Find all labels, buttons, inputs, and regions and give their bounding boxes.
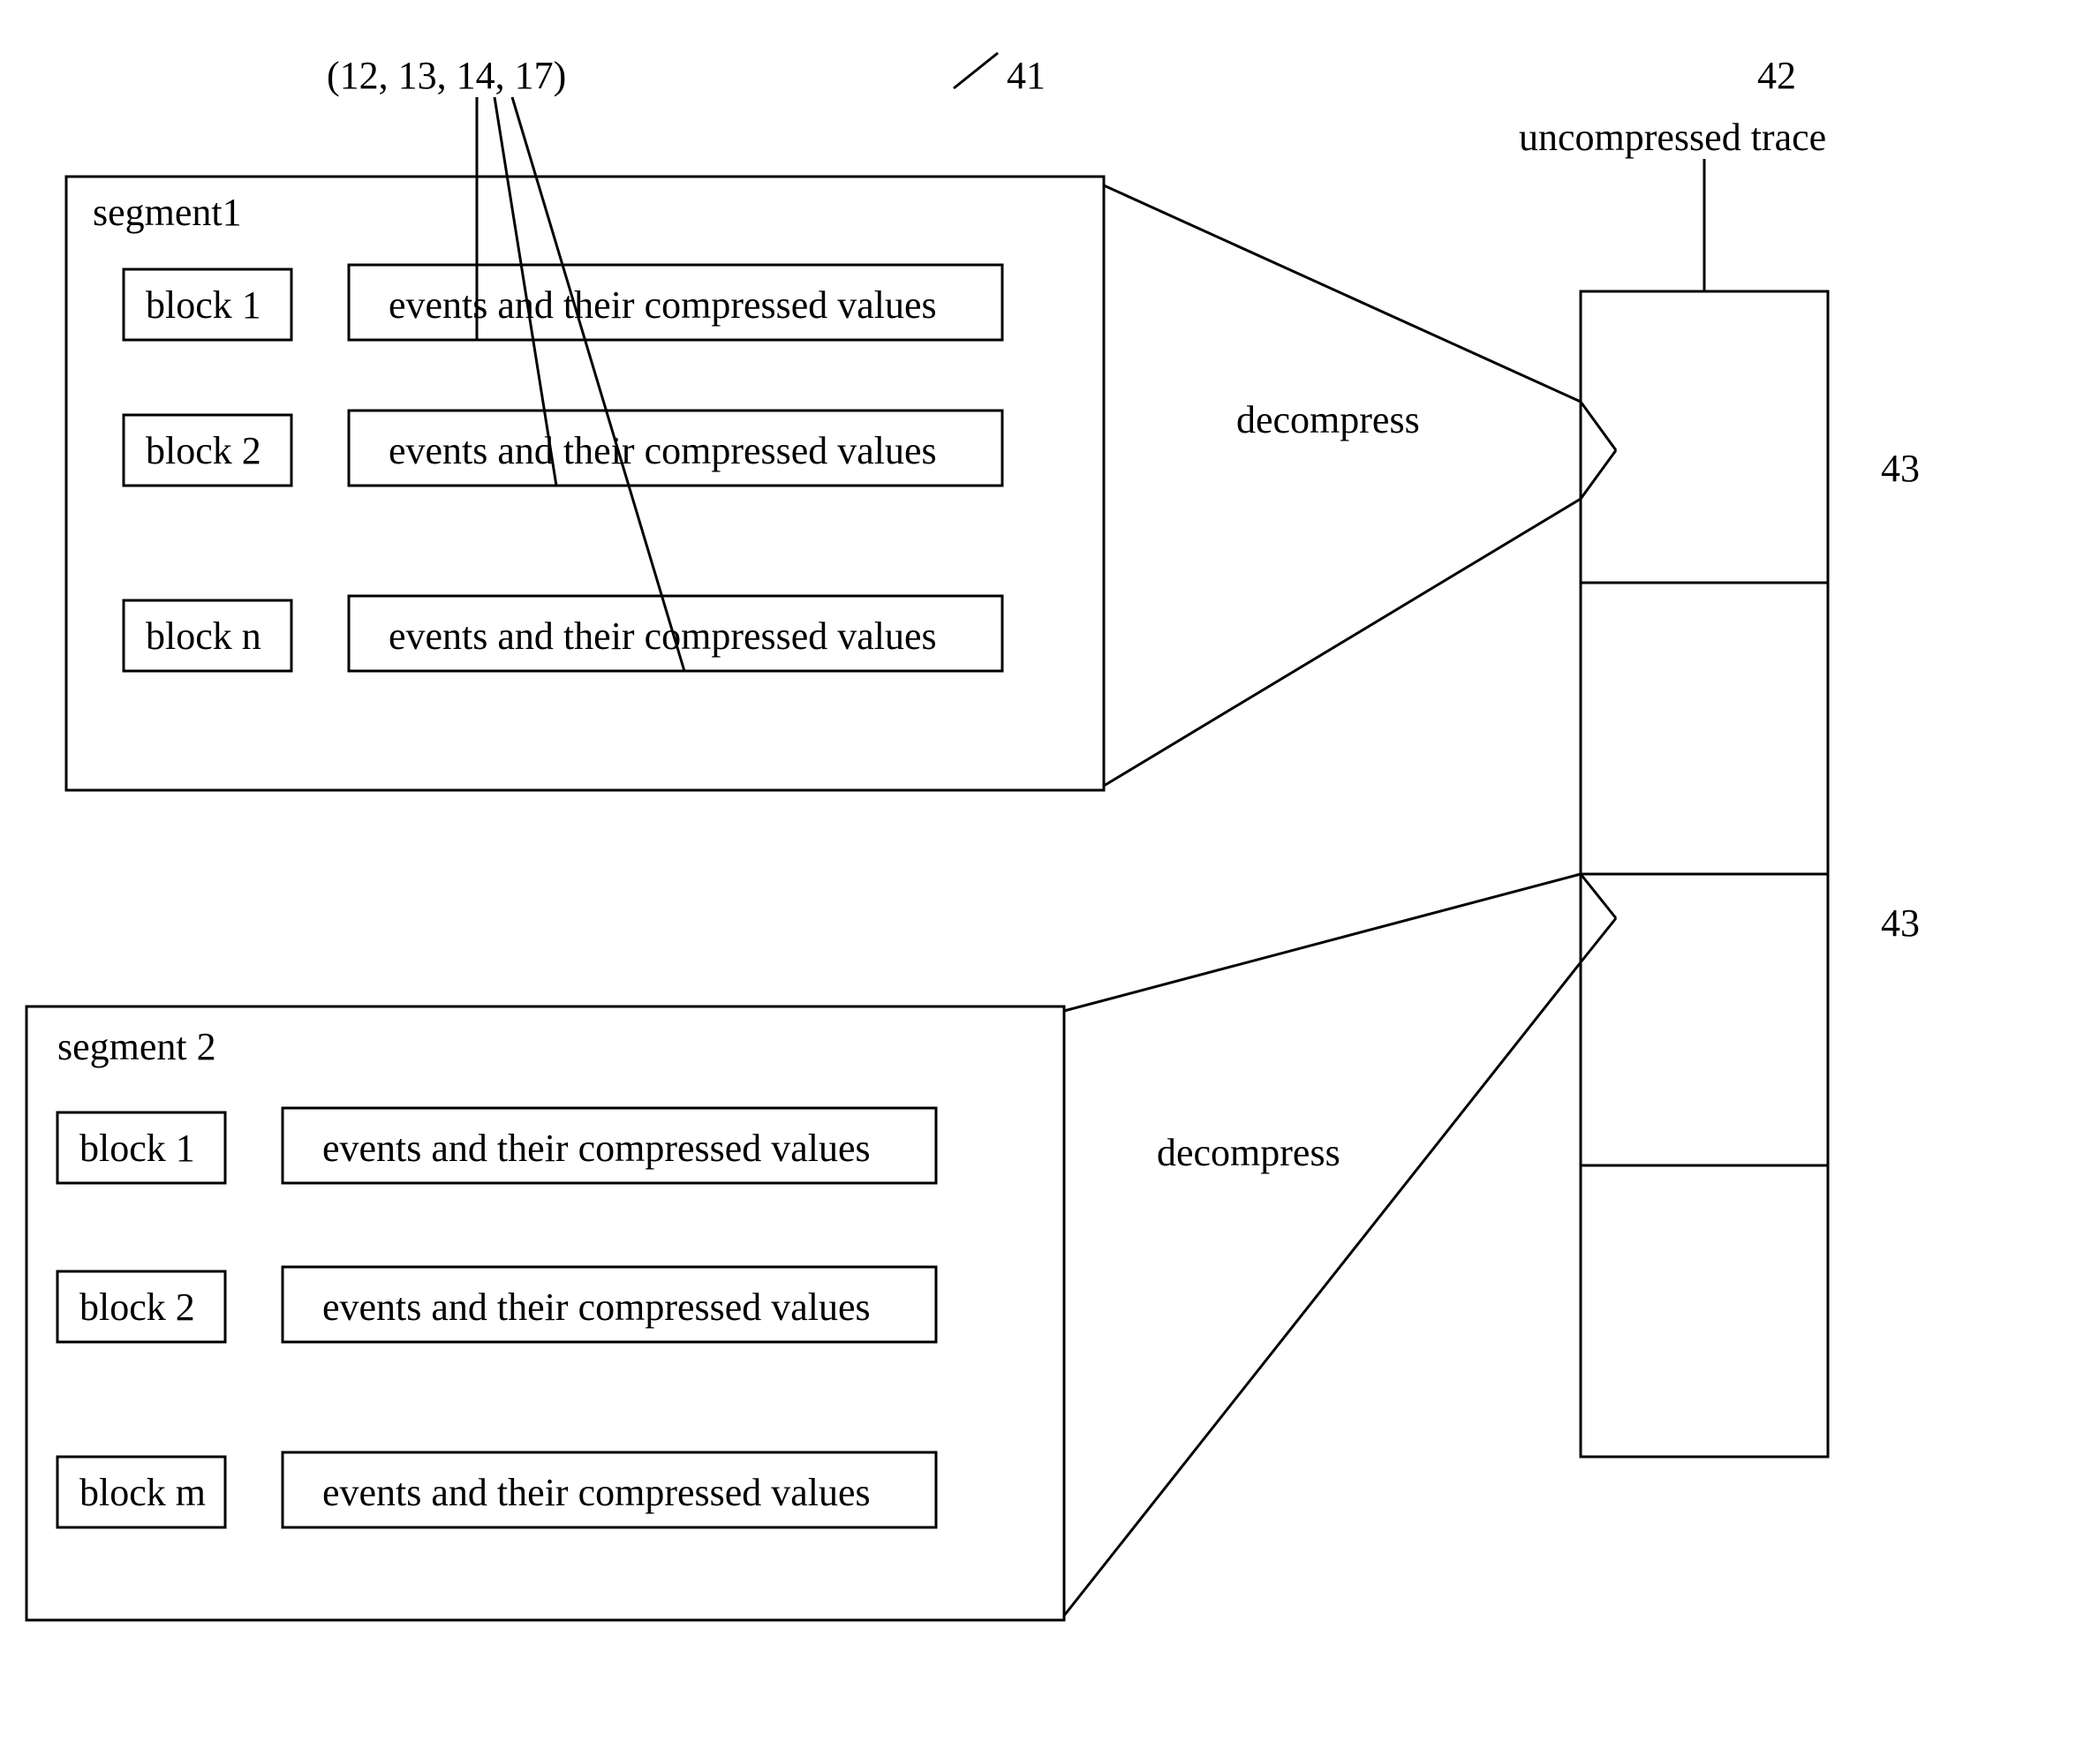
segment2-block2-label: block 2 bbox=[79, 1285, 195, 1329]
funnel2-arrow-bot bbox=[1581, 918, 1616, 962]
segment2-events2-label: events and their compressed values bbox=[322, 1285, 871, 1329]
leader-41 bbox=[954, 53, 998, 88]
tuple-line-3 bbox=[512, 97, 684, 671]
trace-row-4 bbox=[1581, 1165, 1828, 1457]
segment2-block1-label: block 1 bbox=[79, 1127, 195, 1170]
segment1-block2-label: block 2 bbox=[146, 429, 261, 472]
funnel1-top bbox=[1104, 185, 1581, 402]
segment1-blockn-label: block n bbox=[146, 614, 261, 658]
callout-43-1: 43 bbox=[1881, 447, 1920, 490]
segment2-blockm-label: block m bbox=[79, 1471, 206, 1514]
header-tuple: (12, 13, 14, 17) bbox=[327, 54, 566, 97]
funnel1-arrow-top bbox=[1581, 402, 1616, 450]
trace-row-2 bbox=[1581, 583, 1828, 874]
callout-42: 42 bbox=[1757, 54, 1796, 97]
trace-row-3 bbox=[1581, 874, 1828, 1165]
funnel1-bot bbox=[1104, 499, 1581, 786]
segment1-block1-label: block 1 bbox=[146, 283, 261, 327]
decompress2-label: decompress bbox=[1157, 1131, 1340, 1174]
segment1-events2-label: events and their compressed values bbox=[389, 429, 937, 472]
segment2-title: segment 2 bbox=[57, 1025, 216, 1068]
diagram-canvas: (12, 13, 14, 17) 41 42 uncompressed trac… bbox=[0, 0, 2099, 1764]
segment1-events1-label: events and their compressed values bbox=[389, 283, 937, 327]
funnel1-arrow-bot bbox=[1581, 450, 1616, 499]
funnel2-top bbox=[1064, 874, 1581, 1011]
trace-row-1 bbox=[1581, 291, 1828, 583]
callout-43-2: 43 bbox=[1881, 901, 1920, 945]
funnel2-bot bbox=[1064, 962, 1581, 1616]
decompress1-label: decompress bbox=[1236, 398, 1420, 441]
segment1-title: segment1 bbox=[93, 191, 242, 234]
segment2-events1-label: events and their compressed values bbox=[322, 1127, 871, 1170]
uncompressed-trace-label: uncompressed trace bbox=[1519, 116, 1826, 159]
segment2-eventsm-label: events and their compressed values bbox=[322, 1471, 871, 1514]
callout-41: 41 bbox=[1007, 54, 1046, 97]
segment1-eventsn-label: events and their compressed values bbox=[389, 614, 937, 658]
funnel2-arrow-top bbox=[1581, 874, 1616, 918]
